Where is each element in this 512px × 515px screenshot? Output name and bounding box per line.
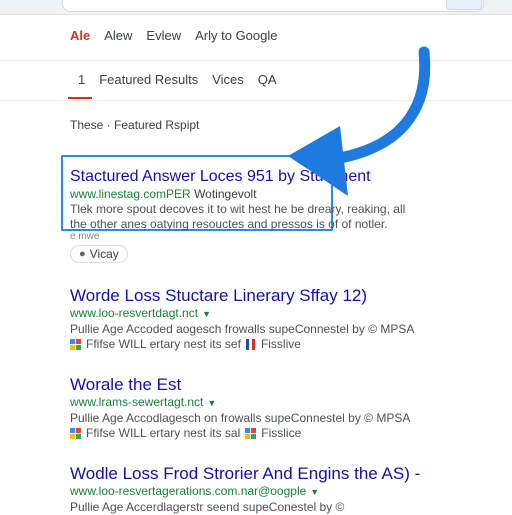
result-meta-text: Ffifse WILL ertary nest its sal — [86, 426, 241, 440]
chevron-down-icon[interactable]: ▼ — [202, 309, 211, 319]
result-meta-source: Fisslive — [260, 337, 301, 351]
windows-tile-icon — [70, 428, 81, 439]
result-meta-text: Ffifse WILL ertary nest its sef — [86, 337, 241, 351]
windows-tile-icon — [245, 428, 257, 439]
chevron-down-icon[interactable]: ▼ — [207, 398, 216, 408]
result-meta-source: Fisslice — [261, 426, 302, 440]
tab-vices[interactable]: Vices — [212, 72, 244, 92]
featured-snippet-line: Tlek more spout decoves it to wit hest h… — [70, 202, 406, 216]
featured-result-title[interactable]: Stactured Answer Loces 951 by Stuciment — [70, 167, 490, 187]
result-url[interactable]: www.loo-resvertdagt.nct ▼ — [70, 306, 490, 322]
result-snippet-line: Pullie Age Accoded aogesch frowalls supe… — [70, 322, 415, 336]
tab-qa[interactable]: QA — [258, 72, 277, 92]
flag-icon — [245, 339, 256, 350]
result-url-text: www.loo-resvertagerations.com.nar@oogple — [70, 484, 307, 498]
result-url[interactable]: www.lrams-sewertagt.nct ▼ — [70, 395, 490, 411]
result-url-text: www.loo-resvertdagt.nct — [70, 306, 199, 320]
result-title[interactable]: Worale the Est — [70, 375, 490, 395]
tab-ale[interactable]: Ale — [70, 28, 90, 48]
result-meta-line: Ffifse WILL ertary nest its sal Fisslice — [70, 426, 490, 441]
windows-tile-icon — [70, 339, 81, 350]
result-title[interactable]: Wodle Loss Frod Strorier And Engins the … — [70, 464, 490, 484]
search-button[interactable] — [446, 0, 482, 10]
featured-snippet-line: e mwe — [70, 231, 100, 242]
search-result: Worale the Est www.lrams-sewertagt.nct ▼ … — [70, 375, 490, 441]
divider — [0, 100, 512, 101]
secondary-nav: 1 Featured Results Vices QA — [78, 72, 277, 92]
section-label: These · Featured Rspipt — [70, 118, 200, 132]
result-url-text: www.lrams-sewertagt.nct — [70, 395, 204, 409]
featured-chip[interactable]: ● Vicay — [70, 245, 128, 263]
primary-nav: Ale Alew Evlew Arly to Google — [70, 28, 277, 48]
tab-evlew[interactable]: Evlew — [146, 28, 181, 48]
result-snippet-line: Pullie Age Accodlagesch on frowalls supe… — [70, 411, 411, 425]
apple-icon: ● — [79, 248, 86, 260]
search-result: Wodle Loss Frod Strorier And Engins the … — [70, 464, 490, 515]
result-url[interactable]: www.loo-resvertagerations.com.nar@oogple… — [70, 484, 490, 500]
result-snippet-line: Pullie Age Accerdlagerstr seend supeCone… — [70, 500, 345, 514]
active-tab-indicator — [68, 97, 92, 99]
top-bar — [0, 0, 512, 15]
featured-result: Stactured Answer Loces 951 by Stuciment … — [70, 167, 490, 263]
featured-url-text: www.linestag.comPER — [70, 187, 191, 201]
chevron-down-icon[interactable]: ▼ — [310, 487, 319, 497]
search-result: Worde Loss Stuctare Linerary Sffay 12) w… — [70, 286, 490, 352]
result-title[interactable]: Worde Loss Stuctare Linerary Sffay 12) — [70, 286, 490, 306]
tab-1[interactable]: 1 — [78, 72, 85, 92]
divider — [0, 60, 512, 61]
tab-featured-results[interactable]: Featured Results — [99, 72, 198, 92]
tab-alew[interactable]: Alew — [104, 28, 132, 48]
chip-label: Vicay — [89, 247, 119, 261]
featured-snippet-line: the other anes oatying resouctes and pre… — [70, 217, 388, 231]
featured-url-rest: Wotingevolt — [194, 187, 257, 201]
search-input[interactable] — [62, 0, 484, 12]
tab-arly-to-google[interactable]: Arly to Google — [195, 28, 277, 48]
featured-result-url[interactable]: www.linestag.comPER Wotingevolt — [70, 187, 490, 202]
result-meta-line: Ffifse WILL ertary nest its sef Fisslive — [70, 337, 490, 352]
